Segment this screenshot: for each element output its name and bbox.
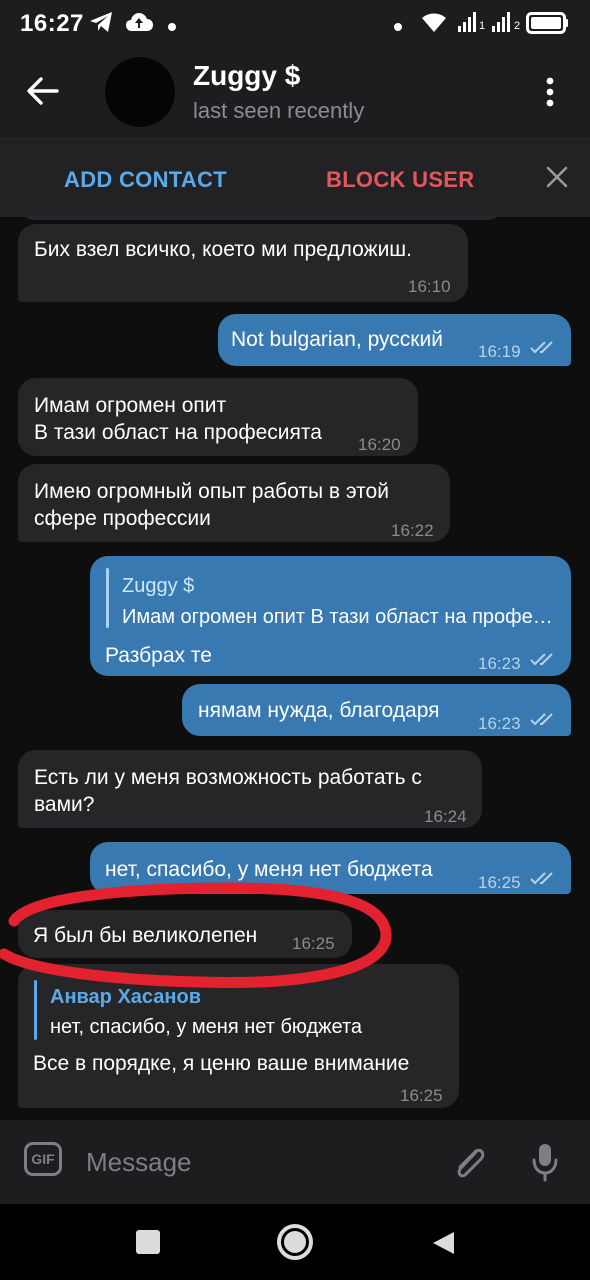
message-bubble-outgoing[interactable]: Not bulgarian, русский 16:19: [218, 314, 571, 366]
message-time: 16:20: [358, 435, 401, 454]
system-nav-bar: [0, 1204, 590, 1280]
dot-icon: [394, 18, 402, 36]
message-time: 16:19: [478, 342, 521, 361]
status-time: 16:27: [20, 10, 84, 37]
message-time: 16:23: [478, 654, 521, 673]
home-button-dot: [284, 1231, 306, 1253]
message-bubble-incoming[interactable]: Имею огромный опыт работы в этой сфере п…: [18, 464, 450, 542]
message-bubble-incoming[interactable]: Я был бы великолепен 16:25: [18, 910, 352, 958]
reply-text[interactable]: нет, спасибо, у меня нет бюджета: [50, 1014, 450, 1041]
attach-paperclip-icon[interactable]: [452, 1144, 488, 1187]
battery-icon: [526, 12, 570, 39]
sim1-label: 1: [479, 20, 486, 32]
message-bubble-outgoing-reply[interactable]: Zuggy $ Имам огромен опит В тази област …: [90, 556, 571, 676]
dot-icon: [168, 18, 176, 36]
message-composer: GIF: [0, 1120, 590, 1204]
message-text-line-1: Имею огромный опыт работы в этой: [34, 480, 389, 503]
message-input[interactable]: [86, 1144, 426, 1180]
close-icon[interactable]: [545, 165, 569, 194]
telegram-icon: [88, 10, 114, 39]
message-time: 16:25: [292, 934, 335, 953]
status-bar: 16:27 1 2: [0, 0, 590, 46]
message-time: 16:22: [391, 521, 434, 540]
message-text: Все в порядке, я ценю ваше внимание: [33, 1052, 410, 1075]
reply-quote-bar: [34, 980, 37, 1040]
recents-button[interactable]: [136, 1230, 160, 1254]
add-contact-button[interactable]: ADD CONTACT: [64, 167, 227, 193]
message-time: 16:25: [400, 1086, 443, 1105]
reply-author[interactable]: Zuggy $: [122, 573, 194, 600]
message-time: 16:25: [478, 873, 521, 892]
back-triangle-icon[interactable]: [430, 1230, 456, 1261]
last-seen-status: last seen recently: [193, 98, 365, 123]
double-check-icon: [530, 713, 553, 726]
signal-1-icon: [456, 10, 480, 39]
avatar[interactable]: [105, 57, 175, 127]
signal-2-icon: [490, 10, 514, 39]
message-list[interactable]: Бих взел всичко, което ми предложиш. 16:…: [0, 216, 590, 1120]
contact-action-bar: ADD CONTACT BLOCK USER: [0, 138, 590, 217]
message-bubble-incoming[interactable]: Имам огромен опит В тази област на профе…: [18, 378, 418, 456]
message-bubble-incoming-reply[interactable]: Анвар Хасанов нет, спасибо, у меня нет б…: [18, 964, 459, 1108]
message-text: Я был бы великолепен: [33, 924, 258, 947]
double-check-icon: [530, 341, 553, 354]
message-bubble-incoming[interactable]: Бих взел всичко, което ми предложиш. 16:…: [18, 224, 468, 302]
wifi-icon: [420, 10, 448, 39]
cloud-upload-icon: [124, 10, 154, 39]
message-text-line-2: В тази област на професията: [34, 421, 322, 444]
chat-title[interactable]: Zuggy $: [193, 60, 300, 92]
message-bubble-outgoing[interactable]: нямам нужда, благодаря 16:23: [182, 684, 571, 736]
double-check-icon: [530, 653, 553, 666]
message-text-line-2: сфере профессии: [34, 507, 211, 530]
gif-button[interactable]: GIF: [24, 1142, 62, 1176]
message-time: 16:24: [424, 807, 467, 826]
message-time: 16:10: [408, 277, 451, 296]
message-text: Бих взел всичко, което ми предложиш.: [34, 238, 412, 261]
sim2-label: 2: [514, 20, 521, 32]
back-arrow-icon[interactable]: [26, 74, 60, 113]
message-text-line-1: Есть ли у меня возможность работать с: [34, 766, 422, 789]
message-text: Not bulgarian, русский: [231, 328, 443, 351]
message-text: нет, спасибо, у меня нет бюджета: [105, 858, 433, 881]
chat-header: Zuggy $ last seen recently: [0, 46, 590, 138]
reply-quote-bar: [106, 568, 109, 628]
reply-author[interactable]: Анвар Хасанов: [50, 984, 201, 1011]
message-bubble-incoming[interactable]: Есть ли у меня возможность работать с ва…: [18, 750, 482, 828]
message-text-line-2: вами?: [34, 793, 95, 816]
microphone-icon[interactable]: [530, 1142, 560, 1187]
message-time: 16:23: [478, 714, 521, 733]
message-text: Разбрах те: [105, 644, 212, 667]
message-bubble-partial[interactable]: [18, 216, 504, 220]
reply-text[interactable]: Имам огромен опит В тази област на профе…: [122, 604, 554, 631]
message-text: нямам нужда, благодаря: [198, 699, 440, 722]
more-vert-icon[interactable]: [540, 76, 560, 113]
block-user-button[interactable]: BLOCK USER: [326, 167, 474, 193]
message-bubble-outgoing[interactable]: нет, спасибо, у меня нет бюджета 16:25: [90, 842, 571, 894]
message-text-line-1: Имам огромен опит: [34, 394, 227, 417]
double-check-icon: [530, 872, 553, 885]
